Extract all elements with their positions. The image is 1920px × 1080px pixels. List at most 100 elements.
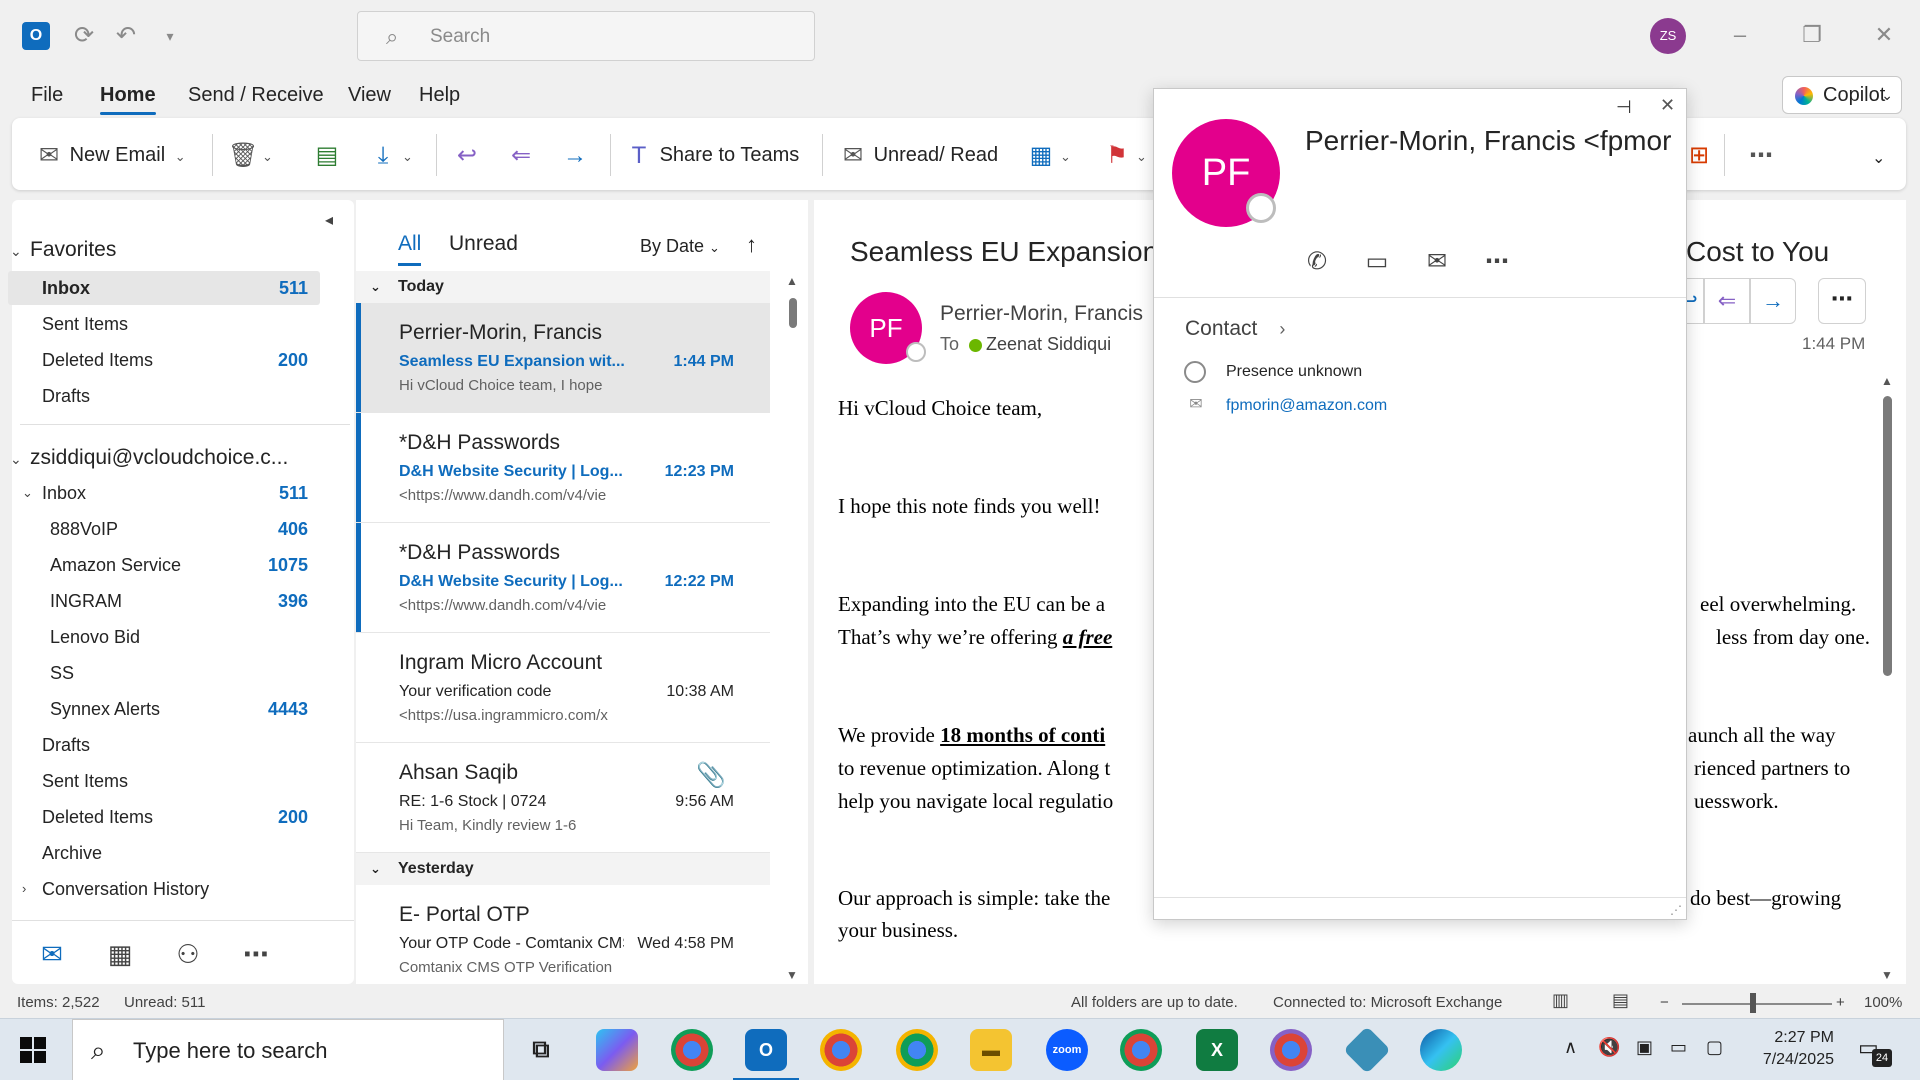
- new-email-button[interactable]: ✉ New Email ⌄: [34, 136, 186, 174]
- group-header-yesterday[interactable]: ⌄ Yesterday: [356, 853, 770, 885]
- message-item[interactable]: *D&H Passwords D&H Website Security | Lo…: [356, 413, 770, 523]
- scroll-down-icon[interactable]: ▼: [786, 968, 798, 982]
- sort-by-button[interactable]: By Date ⌄: [640, 236, 720, 257]
- menu-tab-help[interactable]: Help: [419, 84, 460, 107]
- message-item[interactable]: Perrier-Morin, Francis Seamless EU Expan…: [356, 303, 770, 413]
- recipient-name[interactable]: Zeenat Siddiqui: [986, 334, 1111, 354]
- zoom-app-icon[interactable]: zoom: [1046, 1029, 1088, 1071]
- taskbar-search[interactable]: ⌕ Type here to search: [72, 1019, 504, 1080]
- message-list-scrollbar[interactable]: ▲ ▼: [786, 274, 798, 982]
- flag-button[interactable]: ⚑ ⌄: [1102, 136, 1147, 174]
- chrome-icon[interactable]: [1120, 1029, 1162, 1071]
- close-icon[interactable]: ✕: [1660, 95, 1675, 116]
- more-icon[interactable]: ⋯: [1480, 247, 1514, 281]
- share-to-teams-button[interactable]: T Share to Teams: [624, 136, 800, 174]
- chevron-down-icon[interactable]: ⌄: [402, 149, 413, 164]
- calendar-icon[interactable]: ▦: [102, 939, 138, 969]
- favorite-deleted-items[interactable]: Deleted Items 200: [8, 343, 320, 377]
- favorites-header[interactable]: ⌄ Favorites: [10, 238, 116, 262]
- chat-icon[interactable]: ▭: [1360, 247, 1394, 281]
- menu-tab-home[interactable]: Home: [100, 84, 156, 115]
- folder-inbox[interactable]: ⌄ Inbox 511: [8, 476, 320, 510]
- scroll-down-icon[interactable]: ▼: [1881, 968, 1893, 982]
- filter-tab-unread[interactable]: Unread: [449, 232, 518, 256]
- chrome-profile-icon[interactable]: [896, 1029, 938, 1071]
- excel-icon[interactable]: X: [1196, 1029, 1238, 1071]
- zoom-slider-thumb[interactable]: [1750, 993, 1756, 1013]
- menu-tab-send-receive[interactable]: Send / Receive: [188, 84, 324, 107]
- zoom-out-icon[interactable]: −: [1660, 994, 1669, 1011]
- menu-tab-file[interactable]: File: [31, 84, 63, 107]
- sort-direction-icon[interactable]: ↑: [746, 232, 757, 258]
- mail-icon[interactable]: ✉: [34, 939, 70, 969]
- folder-sent-items[interactable]: Sent Items: [8, 764, 320, 798]
- app-diamond-icon[interactable]: [1343, 1026, 1391, 1074]
- sync-icon[interactable]: ⟳: [70, 22, 98, 50]
- copilot-button[interactable]: Copilot ⌄: [1782, 76, 1902, 114]
- reply-all-icon[interactable]: ⇐: [1704, 278, 1750, 324]
- email-row[interactable]: ✉ fpmorin@amazon.com: [1184, 394, 1387, 418]
- email-sender[interactable]: Perrier-Morin, Francis: [940, 302, 1143, 326]
- resize-grip-icon[interactable]: ⋰: [1670, 903, 1682, 917]
- categorize-button[interactable]: ▦ ⌄: [1026, 136, 1071, 174]
- outlook-taskbar-icon[interactable]: O: [733, 1029, 799, 1080]
- contact-section-header[interactable]: Contact ›: [1185, 317, 1285, 341]
- chrome-profile-icon[interactable]: [1270, 1029, 1312, 1071]
- expand-ribbon-button[interactable]: ⌄: [1872, 140, 1885, 178]
- folder-deleted-items[interactable]: Deleted Items 200: [8, 800, 320, 834]
- volume-muted-icon[interactable]: 🔇: [1598, 1037, 1620, 1058]
- chrome-profile-icon[interactable]: [820, 1029, 862, 1071]
- menu-tab-view[interactable]: View: [348, 84, 391, 107]
- more-ribbon-button[interactable]: ⋯: [1746, 136, 1776, 174]
- scroll-up-icon[interactable]: ▲: [786, 274, 798, 288]
- delete-button[interactable]: 🗑 ⌄: [228, 136, 273, 174]
- folder-amazon-service[interactable]: Amazon Service 1075: [8, 548, 320, 582]
- message-item[interactable]: Ahsan Saqib 📎 RE: 1-6 Stock | 0724 9:56 …: [356, 743, 770, 853]
- archive-button[interactable]: ▤: [312, 136, 342, 174]
- more-actions-button[interactable]: ⋯: [1818, 278, 1866, 324]
- chevron-down-icon[interactable]: ⌄: [1060, 149, 1071, 164]
- normal-view-icon[interactable]: ▥: [1552, 990, 1569, 1011]
- user-avatar[interactable]: ZS: [1650, 18, 1686, 54]
- notification-center-icon[interactable]: ▭ 24: [1858, 1035, 1892, 1067]
- meet-now-icon[interactable]: ▣: [1636, 1037, 1653, 1058]
- folder-ingram[interactable]: INGRAM 396: [8, 584, 320, 618]
- folder-synnex-alerts[interactable]: Synnex Alerts 4443: [8, 692, 320, 726]
- reply-button[interactable]: ↩: [452, 136, 482, 174]
- chevron-down-icon[interactable]: ⌄: [1136, 149, 1147, 164]
- message-item[interactable]: *D&H Passwords D&H Website Security | Lo…: [356, 523, 770, 633]
- file-explorer-icon[interactable]: ▬: [970, 1029, 1012, 1071]
- message-item[interactable]: E- Portal OTP Your OTP Code - Comtanix C…: [356, 885, 770, 985]
- chevron-down-icon[interactable]: ⌄: [175, 149, 186, 164]
- forward-icon[interactable]: →: [1750, 278, 1796, 324]
- undo-icon[interactable]: ↶: [112, 22, 140, 50]
- restore-icon[interactable]: ❐: [1792, 20, 1832, 50]
- filter-tab-all[interactable]: All: [398, 232, 422, 266]
- windows-start-icon[interactable]: [20, 1037, 46, 1063]
- reply-all-button[interactable]: ⇐: [506, 136, 536, 174]
- unread-read-button[interactable]: ✉ Unread/ Read: [838, 136, 998, 174]
- edge-icon[interactable]: [1420, 1029, 1462, 1071]
- sender-avatar[interactable]: PF: [850, 292, 926, 364]
- copilot-taskbar-icon[interactable]: [596, 1029, 638, 1071]
- scroll-up-icon[interactable]: ▲: [1881, 374, 1893, 388]
- chevron-down-icon[interactable]: ⌄: [262, 149, 273, 164]
- minimize-icon[interactable]: –: [1720, 20, 1760, 50]
- move-button[interactable]: ⤓ ⌄: [368, 136, 413, 174]
- zoom-in-icon[interactable]: +: [1836, 994, 1845, 1011]
- zoom-level[interactable]: 100%: [1864, 994, 1902, 1011]
- scrollbar-thumb[interactable]: [789, 298, 797, 328]
- people-icon[interactable]: ⚇: [170, 939, 206, 969]
- phone-icon[interactable]: ✆: [1300, 247, 1334, 281]
- favorite-drafts[interactable]: Drafts: [8, 379, 320, 413]
- network-icon[interactable]: ▢: [1706, 1037, 1723, 1058]
- taskbar-clock[interactable]: 2:27 PM 7/24/2025: [1738, 1027, 1834, 1071]
- message-item[interactable]: Ingram Micro Account Your verification c…: [356, 633, 770, 743]
- email-icon[interactable]: ✉: [1420, 247, 1454, 281]
- folder-archive[interactable]: Archive: [8, 836, 320, 870]
- task-view-icon[interactable]: ⧉: [520, 1029, 562, 1071]
- chrome-icon[interactable]: [671, 1029, 713, 1071]
- reading-pane-scrollbar[interactable]: ▲ ▼: [1880, 374, 1894, 982]
- battery-icon[interactable]: ▭: [1670, 1037, 1687, 1058]
- group-header-today[interactable]: ⌄ Today: [356, 271, 770, 303]
